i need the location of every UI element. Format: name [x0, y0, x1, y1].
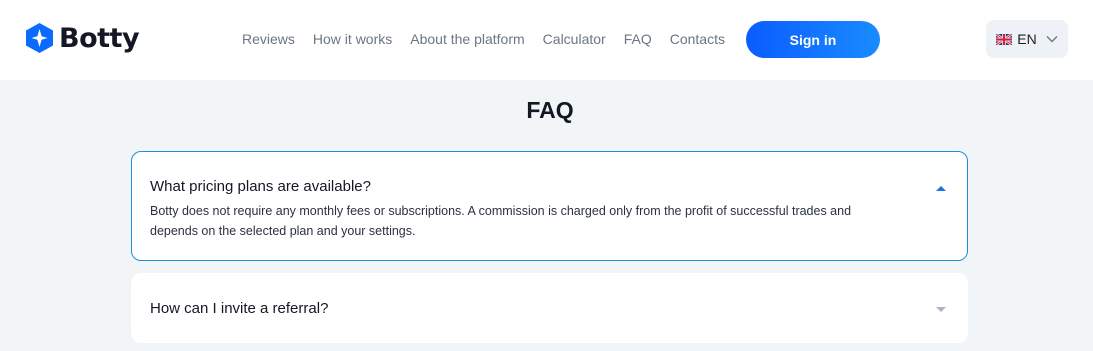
nav-link-about-platform[interactable]: About the platform [410, 31, 524, 47]
nav-link-faq[interactable]: FAQ [624, 31, 652, 47]
faq-answer: Botty does not require any monthly fees … [150, 202, 890, 241]
brand-name: Botty [59, 22, 140, 54]
chevron-down-icon [1046, 36, 1058, 43]
faq-item-referral[interactable]: How can I invite a referral? [131, 273, 968, 343]
faq-question[interactable]: What pricing plans are available? [150, 178, 371, 195]
sign-in-button[interactable]: Sign in [746, 21, 880, 58]
faq-heading: FAQ [526, 97, 574, 123]
language-code: EN [1017, 31, 1037, 47]
faq-answer-line: Botty does not require any monthly fees … [150, 204, 852, 218]
chevron-down-icon[interactable] [935, 306, 947, 314]
faq-answer-line: depends on the selected plan and your se… [150, 223, 416, 238]
chevron-up-icon[interactable] [935, 184, 947, 192]
nav-link-calculator[interactable]: Calculator [543, 31, 606, 47]
botty-logo-icon [26, 23, 53, 53]
uk-flag-icon [996, 33, 1013, 45]
faq-item-pricing[interactable]: What pricing plans are available? Botty … [131, 151, 968, 261]
main-nav: Reviews How it works About the platform … [242, 31, 725, 47]
nav-link-how-it-works[interactable]: How it works [313, 31, 392, 47]
nav-link-contacts[interactable]: Contacts [670, 31, 725, 47]
faq-question[interactable]: How can I invite a referral? [150, 300, 328, 317]
site-header: Botty Reviews How it works About the pla… [0, 0, 1093, 80]
logo[interactable]: Botty [26, 22, 140, 54]
language-selector[interactable]: EN [986, 20, 1068, 58]
nav-link-reviews[interactable]: Reviews [242, 31, 295, 47]
